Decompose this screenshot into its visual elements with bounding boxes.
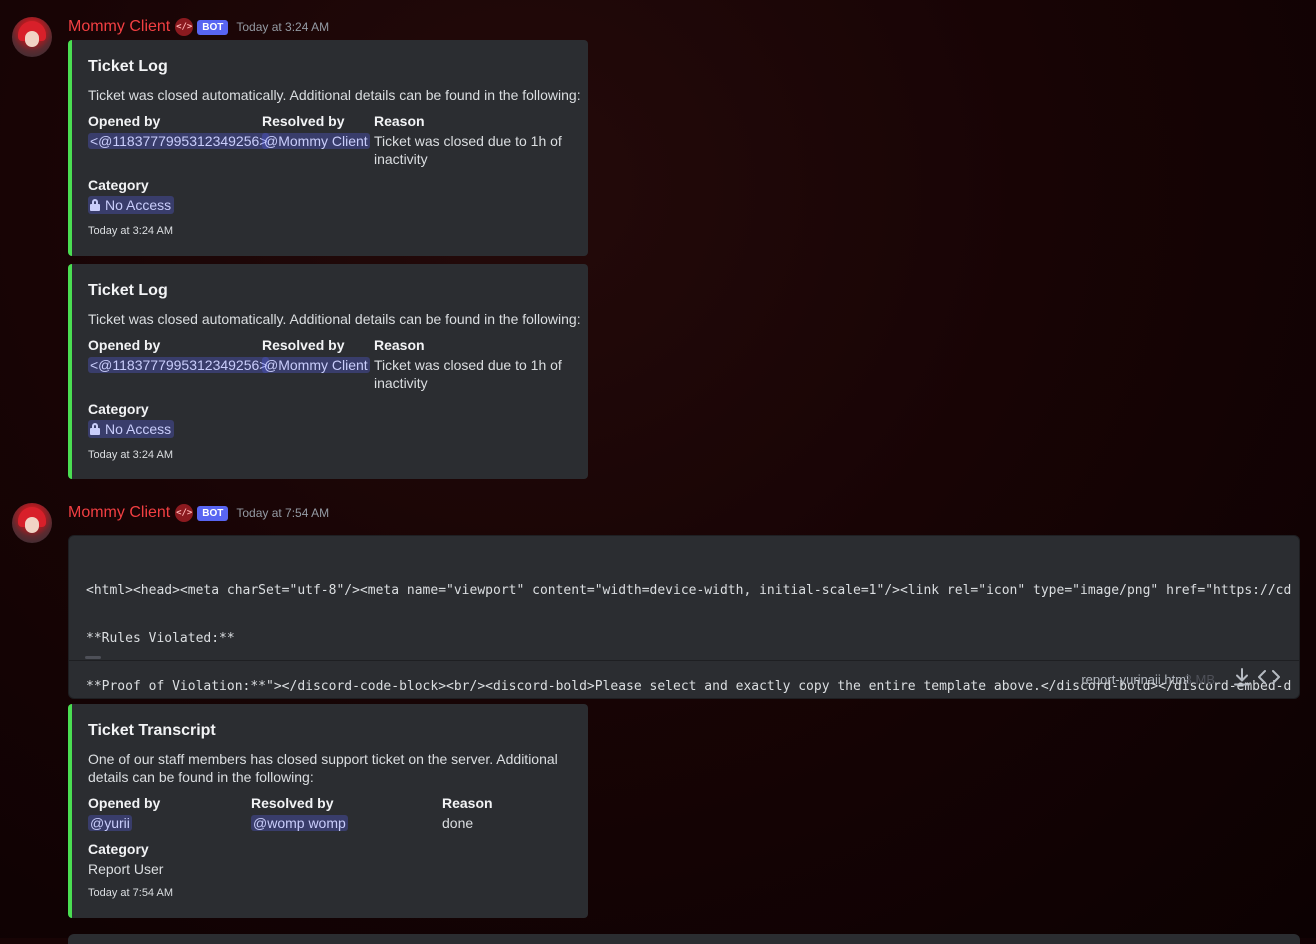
field-name-resolved-by: Resolved by <box>262 337 345 353</box>
user-mention[interactable]: @Mommy Client <box>262 357 370 373</box>
divider <box>69 660 1299 661</box>
timestamp[interactable]: Today at 7:54 AM <box>236 506 329 520</box>
embed-title: Ticket Log <box>88 58 168 75</box>
field-value-reason: done <box>442 815 474 831</box>
code-view-icon[interactable] <box>1257 666 1281 688</box>
embed-ticket-log: Ticket Log Ticket was closed automatical… <box>68 40 588 256</box>
file-attachment-preview[interactable]: <html><head><meta charSet="utf-8"/><meta… <box>68 535 1300 699</box>
field-name-reason: Reason <box>374 337 425 353</box>
field-name-opened-by: Opened by <box>88 795 161 811</box>
field-name-resolved-by: Resolved by <box>251 795 334 811</box>
embed-ticket-log: Ticket Log Ticket was closed automatical… <box>68 264 588 479</box>
message-header: Mommy Client </> BOT Today at 7:54 AM <box>68 503 329 523</box>
horizontal-scrollbar[interactable] <box>85 656 101 659</box>
field-value-reason: Ticket was closed due to 1h of inactivit… <box>374 356 562 392</box>
embed-description: One of our staff members has closed supp… <box>88 750 558 786</box>
developer-badge-icon[interactable]: </> <box>175 504 194 522</box>
username[interactable]: Mommy Client <box>68 18 170 36</box>
field-name-reason: Reason <box>374 113 425 129</box>
bot-tag: BOT <box>197 19 229 35</box>
username[interactable]: Mommy Client <box>68 504 170 522</box>
lock-icon <box>90 199 100 211</box>
user-mention[interactable]: @womp womp <box>251 815 348 831</box>
field-value-reason: Ticket was closed due to 1h of inactivit… <box>374 132 562 168</box>
download-icon[interactable] <box>1231 666 1253 688</box>
file-name[interactable]: report-yurinaii.html <box>1081 672 1189 687</box>
channel-name: No Access <box>105 197 172 213</box>
embed-description: Ticket was closed automatically. Additio… <box>88 87 581 103</box>
user-mention[interactable]: @Mommy Client <box>262 133 370 149</box>
developer-badge-icon[interactable]: </> <box>175 18 194 36</box>
field-name-opened-by: Opened by <box>88 337 161 353</box>
description-line: details can be found in the following: <box>88 769 314 785</box>
field-value-resolved-by: @womp womp <box>251 814 348 832</box>
field-name-category: Category <box>88 401 149 417</box>
description-line: One of our staff members has closed supp… <box>88 751 558 767</box>
embed-footer: Today at 7:54 AM <box>88 887 173 899</box>
avatar[interactable] <box>12 503 52 543</box>
field-name-resolved-by: Resolved by <box>262 113 345 129</box>
reason-line: Ticket was closed due to 1h of <box>374 133 562 149</box>
lock-icon <box>90 423 100 435</box>
message-header: Mommy Client </> BOT Today at 3:24 AM <box>68 17 329 37</box>
user-mention[interactable]: @yurii <box>88 815 132 831</box>
field-name-category: Category <box>88 177 149 193</box>
field-value-category: No Access <box>88 420 175 439</box>
embed-ticket-transcript: Ticket Transcript One of our staff membe… <box>68 704 588 918</box>
field-value-category: No Access <box>88 196 175 215</box>
field-value-opened-by: <@1183777995312349256> <box>88 132 270 150</box>
field-name-reason: Reason <box>442 795 493 811</box>
reason-line: Ticket was closed due to 1h of <box>374 357 562 373</box>
channel-mention[interactable]: No Access <box>88 196 175 214</box>
embed-footer: Today at 3:24 AM <box>88 225 173 237</box>
field-value-resolved-by: @Mommy Client <box>262 356 370 374</box>
next-attachment-preview <box>68 934 1300 944</box>
channel-name: No Access <box>105 421 172 437</box>
field-value-category: Report User <box>88 861 164 877</box>
field-value-opened-by: @yurii <box>88 814 132 832</box>
bot-tag: BOT <box>197 505 229 521</box>
code-line: **Rules Violated:** <box>86 631 235 646</box>
timestamp[interactable]: Today at 3:24 AM <box>236 20 329 34</box>
avatar[interactable] <box>12 17 52 57</box>
user-mention[interactable]: <@1183777995312349256> <box>88 133 270 149</box>
embed-title: Ticket Transcript <box>88 722 216 739</box>
reason-line: inactivity <box>374 375 428 391</box>
reason-line: inactivity <box>374 151 428 167</box>
embed-title: Ticket Log <box>88 282 168 299</box>
code-line: <html><head><meta charSet="utf-8"/><meta… <box>86 583 1291 598</box>
field-value-resolved-by: @Mommy Client <box>262 132 370 150</box>
file-size: 3 MB <box>1184 672 1215 687</box>
field-name-category: Category <box>88 841 149 857</box>
embed-footer: Today at 3:24 AM <box>88 449 173 461</box>
user-mention[interactable]: <@1183777995312349256> <box>88 357 270 373</box>
embed-description: Ticket was closed automatically. Additio… <box>88 311 581 327</box>
channel-mention[interactable]: No Access <box>88 420 175 438</box>
field-name-opened-by: Opened by <box>88 113 161 129</box>
field-value-opened-by: <@1183777995312349256> <box>88 356 270 374</box>
